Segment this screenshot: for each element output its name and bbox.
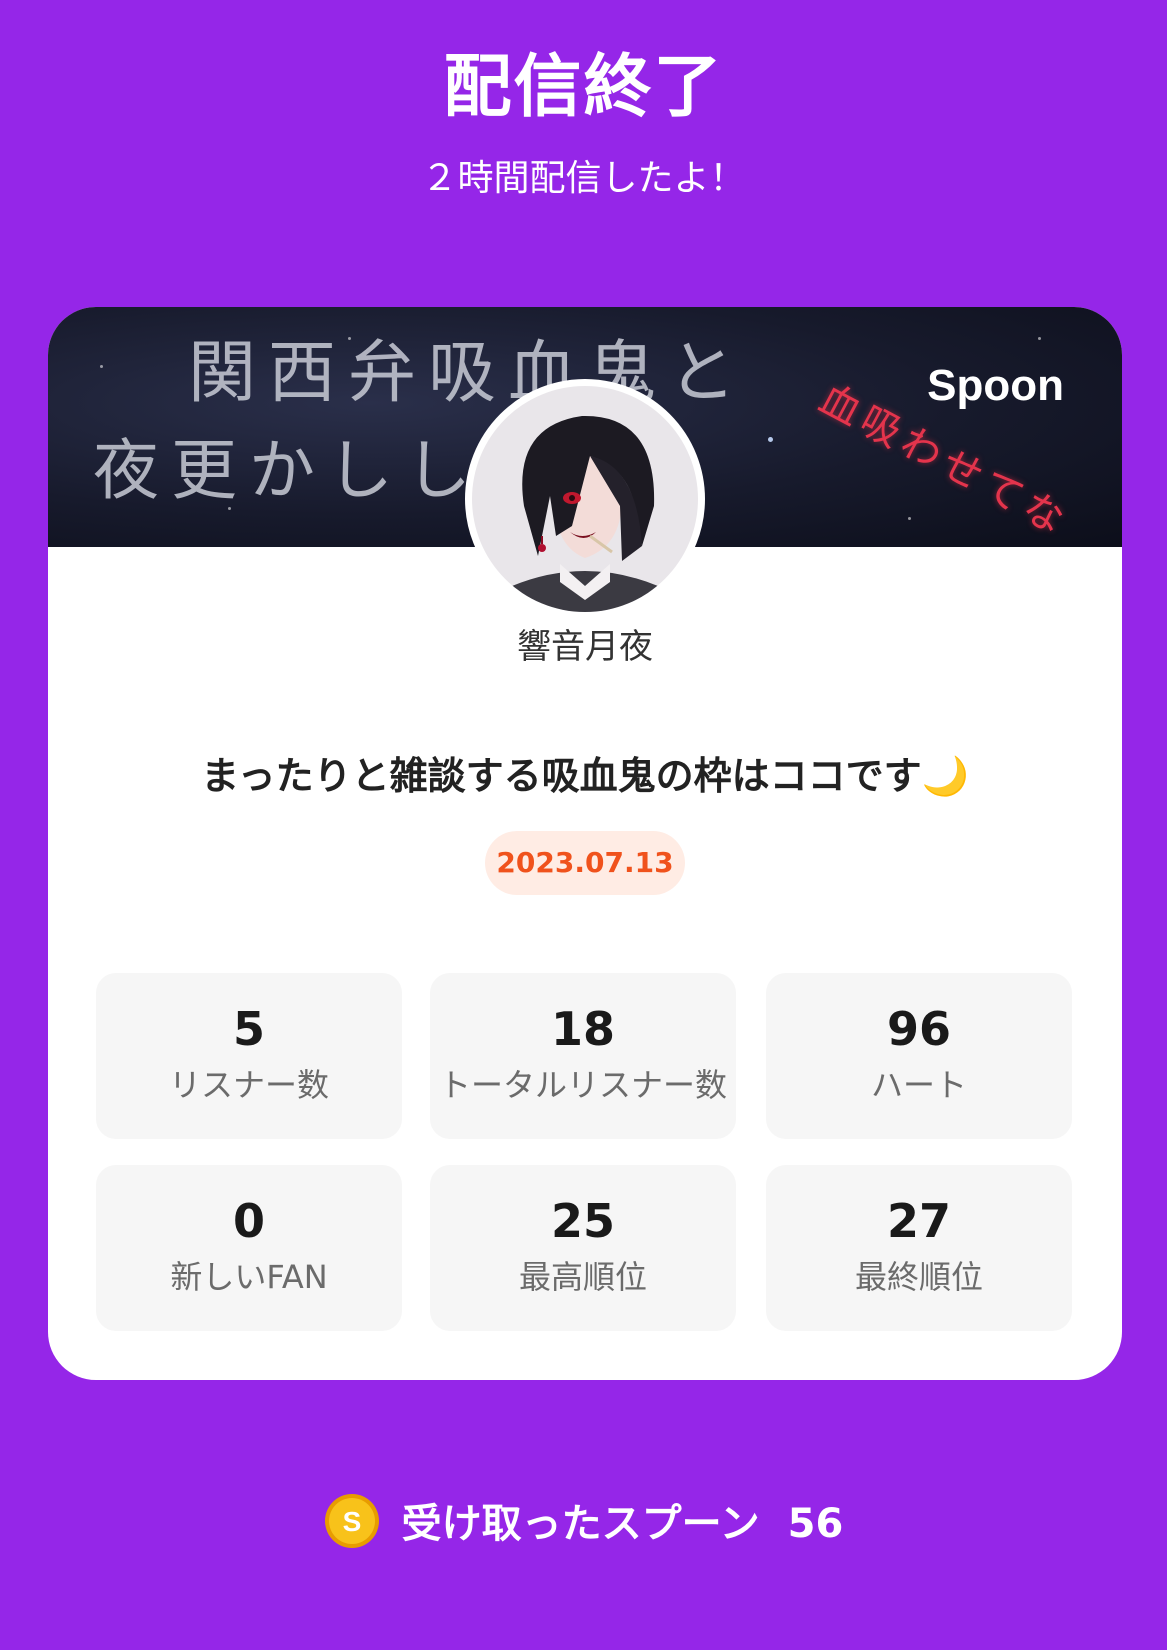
stream-summary-card: 関西弁吸血鬼と 夜更かししよか？ 血吸わせてな Spoon 響音月夜 まったりと… [48, 307, 1122, 1380]
received-spoons-label: 受け取ったスプーン [401, 1501, 760, 1547]
page-subtitle: ２時間配信したよ！ [421, 158, 746, 199]
stat-value: 27 [886, 1194, 951, 1248]
stat-best-rank: 25 最高順位 [430, 1165, 736, 1331]
stat-value: 25 [550, 1194, 615, 1248]
stat-total-listeners: 18 トータルリスナー数 [430, 973, 736, 1139]
stat-hearts: 96 ハート [766, 973, 1072, 1139]
stat-label: 新しいFAN [170, 1258, 328, 1296]
stat-value: 18 [550, 1002, 615, 1056]
stat-label: 最終順位 [854, 1258, 983, 1296]
stat-value: 96 [886, 1002, 951, 1056]
stat-label: ハート [870, 1066, 967, 1104]
stat-value: 5 [232, 1002, 265, 1056]
stat-listeners: 5 リスナー数 [96, 973, 402, 1139]
stat-new-fans: 0 新しいFAN [96, 1165, 402, 1331]
stat-label: トータルリスナー数 [438, 1066, 727, 1104]
banner-title-line1: 関西弁吸血鬼と [188, 334, 749, 413]
username[interactable]: 響音月夜 [48, 627, 1122, 667]
date-badge: 2023.07.13 [485, 831, 685, 895]
spoon-coin-icon: S [324, 1494, 379, 1548]
page-title: 配信終了 [443, 48, 724, 127]
stat-label: 最高順位 [518, 1258, 647, 1296]
stat-label: リスナー数 [168, 1066, 329, 1104]
avatar[interactable] [465, 379, 705, 619]
stat-final-rank: 27 最終順位 [766, 1165, 1072, 1331]
received-spoons-count: 56 [787, 1501, 844, 1547]
spoon-logo: Spoon [927, 361, 1064, 410]
received-spoons: S 受け取ったスプーン 56 [0, 1490, 1167, 1554]
coin-symbol: S [342, 1506, 361, 1537]
stat-value: 0 [232, 1194, 265, 1248]
live-title: まったりと雑談する吸血鬼の枠はココです🌙 [201, 754, 969, 798]
